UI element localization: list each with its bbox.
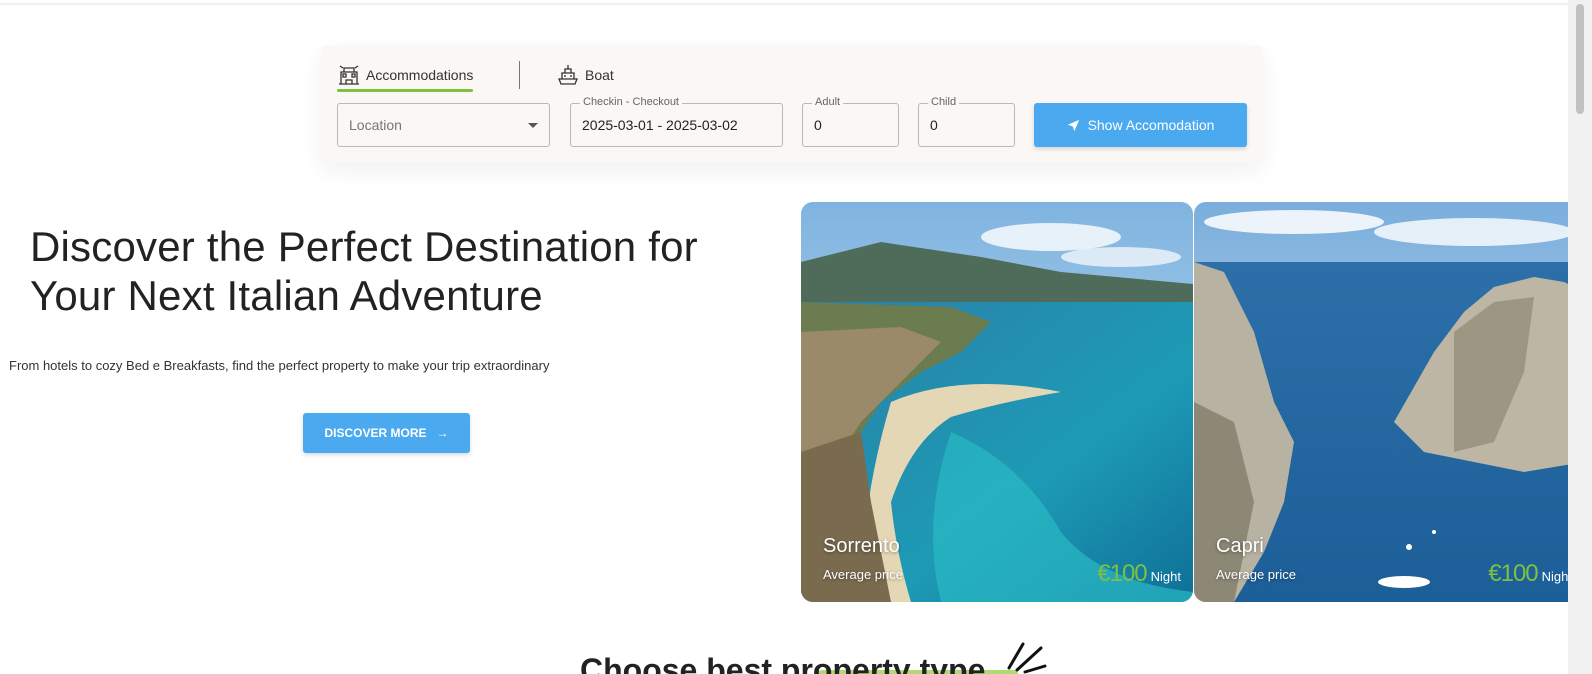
price-amount: €100: [1097, 560, 1147, 587]
destination-name: Sorrento: [823, 535, 900, 557]
adult-field[interactable]: Adult 0: [802, 96, 899, 147]
adult-label: Adult: [812, 96, 844, 108]
hotel-icon: [339, 65, 359, 85]
location-placeholder: Location: [349, 117, 402, 133]
hero-title: Discover the Perfect Destination for You…: [30, 223, 698, 319]
checkin-checkout-value: 2025-03-01 - 2025-03-02: [582, 117, 738, 133]
price: €100 Night: [1488, 560, 1572, 588]
tab-boat-label: Boat: [585, 67, 614, 83]
chevron-down-icon: [528, 123, 538, 128]
scrollbar-thumb[interactable]: [1576, 4, 1584, 114]
discover-more-label: DISCOVER MORE: [324, 426, 427, 440]
tab-boat[interactable]: Boat: [556, 60, 614, 90]
hero-subtitle: From hotels to cozy Bed e Breakfasts, fi…: [9, 358, 550, 373]
tab-accommodations-label: Accommodations: [366, 67, 474, 83]
checkin-checkout-field[interactable]: Checkin - Checkout 2025-03-01 - 2025-03-…: [570, 96, 783, 147]
destination-card-sorrento[interactable]: Sorrento Average price €100 Night: [801, 202, 1193, 602]
checkin-checkout-label: Checkin - Checkout: [580, 96, 682, 108]
child-field[interactable]: Child 0: [918, 96, 1015, 147]
child-value: 0: [930, 117, 938, 133]
location-select[interactable]: Location: [337, 103, 550, 147]
destination-name: Capri: [1216, 535, 1264, 557]
child-label: Child: [928, 96, 960, 108]
price: €100 Night: [1097, 560, 1181, 588]
section-title: Choose best property type: [580, 652, 986, 674]
tab-accommodations[interactable]: Accommodations: [337, 60, 474, 92]
search-panel: Accommodations Boat Location Checkin - C…: [321, 45, 1263, 163]
average-price-label: Average price: [1216, 567, 1296, 582]
location-arrow-icon: [1067, 119, 1079, 131]
average-price-label: Average price: [823, 567, 903, 582]
show-accommodation-button[interactable]: Show Accomodation: [1034, 103, 1247, 147]
price-amount: €100: [1488, 560, 1538, 587]
adult-value: 0: [814, 117, 822, 133]
discover-more-button[interactable]: DISCOVER MORE →: [303, 413, 470, 453]
header-shadow: [0, 0, 1592, 3]
price-unit: Night: [1150, 569, 1181, 584]
tab-divider: [519, 61, 520, 89]
arrow-right-icon: →: [436, 426, 449, 440]
sparkle-icon: [1007, 642, 1047, 674]
show-accommodation-label: Show Accomodation: [1087, 117, 1215, 133]
boat-icon: [558, 65, 578, 85]
page-scrollbar[interactable]: [1568, 0, 1592, 674]
destination-card-capri[interactable]: Capri Average price €100 Night: [1194, 202, 1584, 602]
